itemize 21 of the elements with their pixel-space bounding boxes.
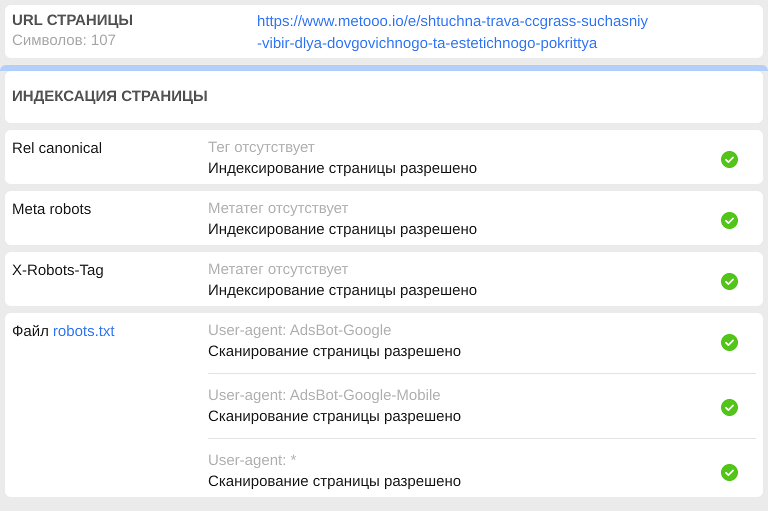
entry-note: Тег отсутствует xyxy=(208,138,316,158)
entry-result: Индексирование страницы разрешено xyxy=(208,281,478,301)
entry-note: User-agent: AdsBot-Google-Mobile xyxy=(208,386,442,406)
entry-result: Сканирование страницы разрешено xyxy=(208,342,462,362)
url-title: URL СТРАНИЦЫ xyxy=(12,11,134,31)
page-url-link[interactable]: https://www.metooo.io/e/shtuchna-trava-ccgrass-suchasniy-vibir-dlya-dovgovichnogo-ta-estetichnogo-pokrittya xyxy=(257,11,649,54)
entry-note: Метатег отсутствует xyxy=(208,199,350,219)
row-label: Rel canonical xyxy=(12,139,102,159)
entry-result: Сканирование страницы разрешено xyxy=(208,407,462,427)
entry-result: Индексирование страницы разрешено xyxy=(208,220,478,240)
character-count: Символов: 107 xyxy=(12,31,117,51)
entry-result: Индексирование страницы разрешено xyxy=(208,159,478,179)
entry-note: User-agent: * xyxy=(208,451,298,471)
row-label: Meta robots xyxy=(12,200,92,220)
robots-link[interactable]: robots.txt xyxy=(52,321,115,344)
row-label: Файл xyxy=(12,322,49,342)
section-title: ИНДЕКСАЦИЯ СТРАНИЦЫ xyxy=(12,86,208,107)
entry-note: User-agent: AdsBot-Google xyxy=(208,321,392,341)
entry-result: Сканирование страницы разрешено xyxy=(208,472,462,492)
entry-note: Метатег отсутствует xyxy=(208,260,350,280)
row-label: X-Robots-Tag xyxy=(12,261,104,281)
